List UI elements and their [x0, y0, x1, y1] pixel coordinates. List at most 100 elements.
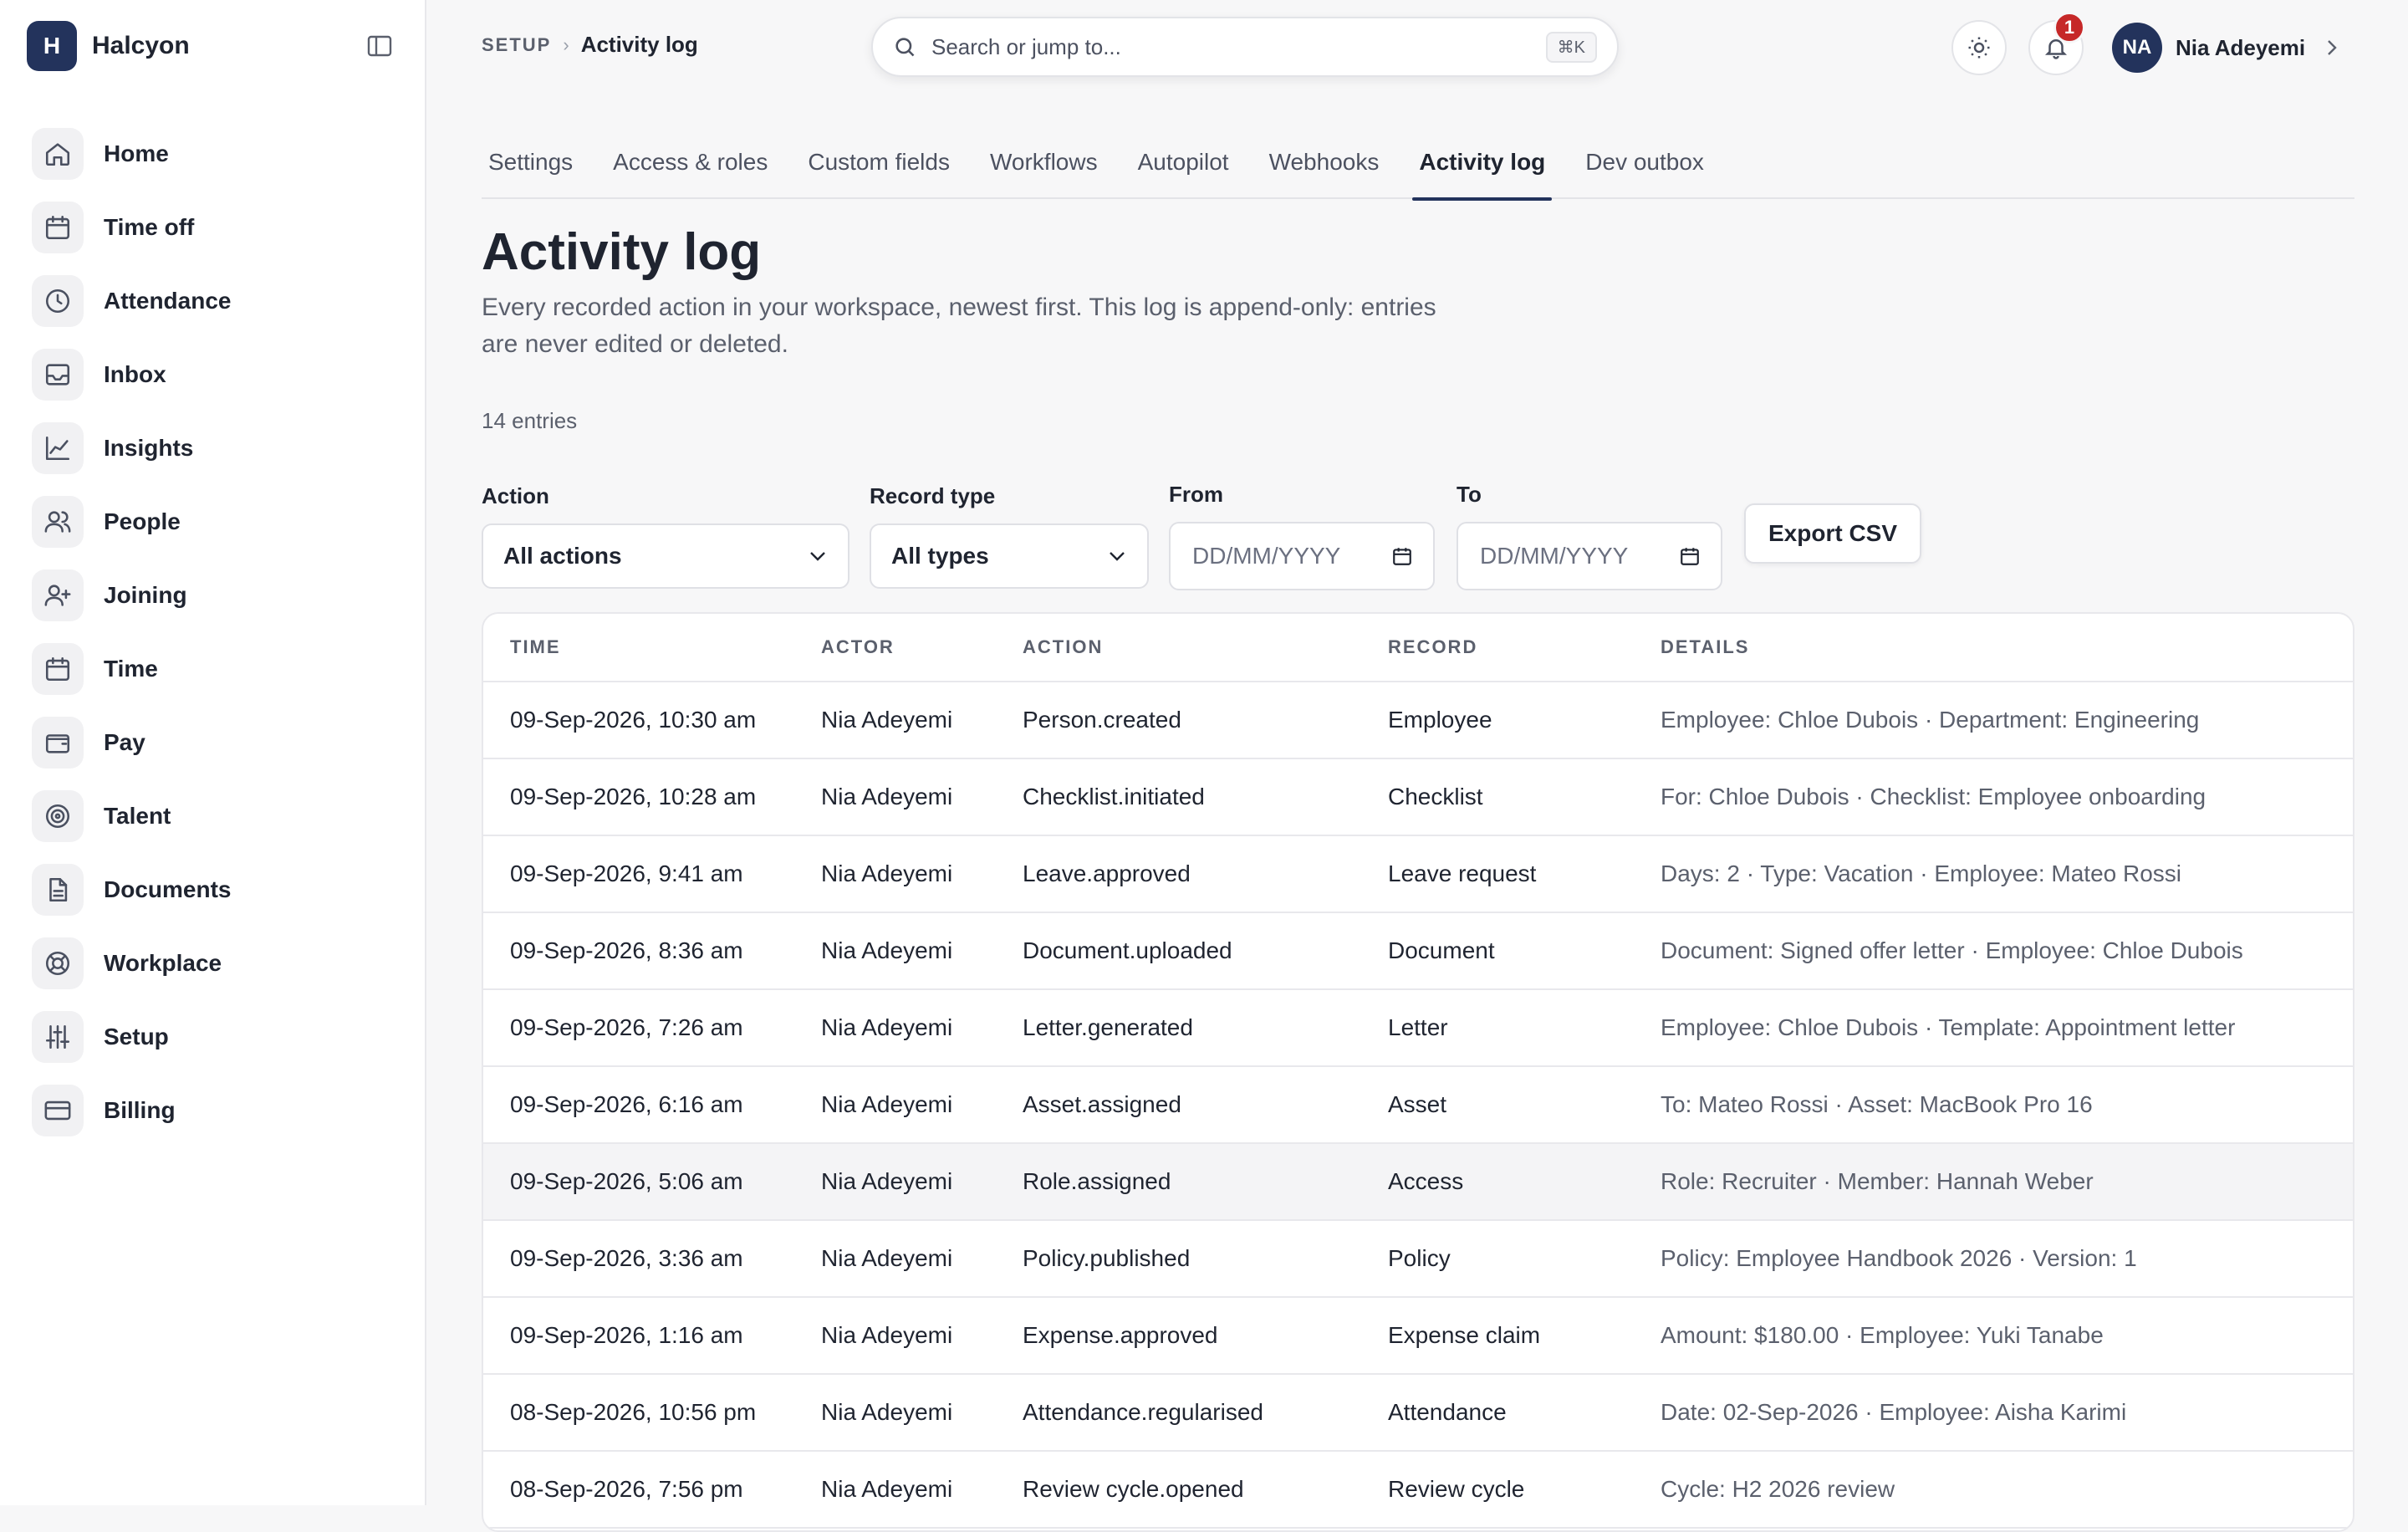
breadcrumb-setup[interactable]: SETUP: [482, 34, 551, 56]
table-row[interactable]: 09-Sep-2026, 9:41 am Nia Adeyemi Leave.app…: [483, 836, 2353, 913]
cell-action: Checklist.initiated: [1023, 784, 1205, 809]
sidebar-item-insights[interactable]: Insights: [32, 411, 400, 485]
user-menu[interactable]: NA Nia Adeyemi: [2112, 22, 2340, 74]
action-filter-select[interactable]: All actions: [482, 523, 849, 589]
column-header-action[interactable]: ACTION: [1023, 636, 1388, 658]
sidebar-toggle-button[interactable]: [365, 32, 395, 60]
cell-action: Asset.assigned: [1023, 1091, 1181, 1117]
table-body: 09-Sep-2026, 10:30 am Nia Adeyemi Person.c…: [483, 682, 2353, 1529]
table-row[interactable]: 09-Sep-2026, 7:26 am Nia Adeyemi Letter.ge…: [483, 990, 2353, 1067]
brand-name: Halcyon: [92, 32, 190, 59]
brand[interactable]: H Halcyon: [27, 21, 190, 71]
cell-details: Employee: Chloe Dubois · Template: Appoi…: [1661, 1014, 2236, 1040]
cell-record: Letter: [1388, 1014, 1448, 1040]
tab-activity-log[interactable]: Activity log: [1412, 142, 1553, 201]
tab-autopilot[interactable]: Autopilot: [1131, 142, 1236, 199]
cell-record: Attendance: [1388, 1399, 1507, 1425]
table-row[interactable]: 09-Sep-2026, 5:06 am Nia Adeyemi Role.assi…: [483, 1144, 2353, 1221]
target-icon: [32, 790, 84, 842]
sidebar-item-label: Billing: [104, 1097, 176, 1123]
from-date-input[interactable]: [1191, 542, 1375, 570]
sidebar-item-documents[interactable]: Documents: [32, 853, 400, 927]
sidebar-item-label: Insights: [104, 435, 194, 461]
sidebar-item-talent[interactable]: Talent: [32, 779, 400, 853]
sidebar-item-label: Documents: [104, 876, 232, 902]
cell-action: Review cycle.opened: [1023, 1476, 1244, 1502]
sidebar-item-label: Inbox: [104, 361, 166, 387]
cell-actor: Nia Adeyemi: [821, 1476, 953, 1502]
search-bar[interactable]: ⌘K: [871, 17, 1619, 77]
cell-actor: Nia Adeyemi: [821, 784, 953, 809]
cell-action: Leave.approved: [1023, 860, 1191, 886]
theme-toggle-button[interactable]: [1951, 20, 2007, 75]
cell-record: Asset: [1388, 1091, 1447, 1117]
table-row[interactable]: 09-Sep-2026, 3:36 am Nia Adeyemi Policy.pu…: [483, 1221, 2353, 1298]
tab-settings[interactable]: Settings: [482, 142, 579, 199]
action-filter-value: All actions: [503, 543, 622, 569]
cell-actor: Nia Adeyemi: [821, 1399, 953, 1425]
record-type-filter-select[interactable]: All types: [870, 523, 1149, 589]
table-row[interactable]: 08-Sep-2026, 7:56 pm Nia Adeyemi Review cy…: [483, 1452, 2353, 1529]
sidebar-item-attendance[interactable]: Attendance: [32, 264, 400, 338]
export-csv-button[interactable]: Export CSV: [1744, 503, 1921, 564]
tab-webhooks[interactable]: Webhooks: [1263, 142, 1386, 199]
from-date-field[interactable]: [1169, 522, 1435, 590]
sidebar-item-people[interactable]: People: [32, 485, 400, 559]
sidebar-item-time[interactable]: Time: [32, 632, 400, 706]
sidebar-item-billing[interactable]: Billing: [32, 1074, 400, 1147]
cell-details: To: Mateo Rossi · Asset: MacBook Pro 16: [1661, 1091, 2093, 1117]
column-header-time[interactable]: TIME: [483, 636, 821, 658]
table-row[interactable]: 09-Sep-2026, 10:28 am Nia Adeyemi Checklis…: [483, 759, 2353, 836]
cell-action: Document.uploaded: [1023, 937, 1232, 963]
cell-time: 09-Sep-2026, 5:06 am: [510, 1168, 743, 1194]
table-row[interactable]: 09-Sep-2026, 10:30 am Nia Adeyemi Person.c…: [483, 682, 2353, 759]
sidebar-item-label: Time off: [104, 214, 195, 240]
table-row[interactable]: 08-Sep-2026, 10:56 pm Nia Adeyemi Attendan…: [483, 1375, 2353, 1452]
to-date-field[interactable]: [1457, 522, 1722, 590]
sidebar-item-workplace[interactable]: Workplace: [32, 927, 400, 1000]
tab-custom-fields[interactable]: Custom fields: [801, 142, 957, 199]
tab-access-roles[interactable]: Access & roles: [606, 142, 774, 199]
notification-count-badge: 1: [2053, 12, 2085, 43]
cell-action: Letter.generated: [1023, 1014, 1193, 1040]
calendar-icon[interactable]: [1391, 545, 1413, 567]
sidebar-item-label: Home: [104, 140, 169, 166]
column-header-actor[interactable]: ACTOR: [821, 636, 1023, 658]
table-row[interactable]: 09-Sep-2026, 8:36 am Nia Adeyemi Document.…: [483, 913, 2353, 990]
sidebar-item-label: People: [104, 508, 181, 534]
cell-action: Expense.approved: [1023, 1322, 1218, 1348]
chevron-right-icon: [2328, 40, 2337, 55]
cell-record: Policy: [1388, 1245, 1451, 1271]
column-header-record[interactable]: RECORD: [1388, 636, 1661, 658]
cell-details: Date: 02-Sep-2026 · Employee: Aisha Kari…: [1661, 1399, 2127, 1425]
cell-details: Amount: $180.00 · Employee: Yuki Tanabe: [1661, 1322, 2104, 1348]
sidebar-item-inbox[interactable]: Inbox: [32, 338, 400, 411]
sidebar-item-pay[interactable]: Pay: [32, 706, 400, 779]
search-input[interactable]: [930, 33, 1546, 61]
cell-details: Days: 2 · Type: Vacation · Employee: Mat…: [1661, 860, 2182, 886]
lifebuoy-icon: [32, 937, 84, 989]
sidebar-item-setup[interactable]: Setup: [32, 1000, 400, 1074]
page-subtitle: Every recorded action in your workspace,…: [482, 294, 1436, 358]
calendar-icon[interactable]: [1679, 545, 1701, 567]
column-header-details[interactable]: DETAILS: [1661, 636, 2346, 658]
tab-dev-outbox[interactable]: Dev outbox: [1579, 142, 1711, 199]
cell-record: Checklist: [1388, 784, 1483, 809]
table-row[interactable]: 09-Sep-2026, 6:16 am Nia Adeyemi Asset.ass…: [483, 1067, 2353, 1144]
tab-workflows[interactable]: Workflows: [983, 142, 1105, 199]
sidebar-item-joining[interactable]: Joining: [32, 559, 400, 632]
calendar-icon: [32, 202, 84, 253]
cell-time: 09-Sep-2026, 10:28 am: [510, 784, 757, 809]
sidebar-item-time-off[interactable]: Time off: [32, 191, 400, 264]
table-row[interactable]: 09-Sep-2026, 1:16 am Nia Adeyemi Expense.a…: [483, 1298, 2353, 1375]
sidebar-panel-icon: [367, 35, 392, 57]
cell-action: Person.created: [1023, 707, 1181, 733]
breadcrumb-separator-icon: ›: [563, 33, 569, 55]
calendar-icon: [32, 643, 84, 695]
user-name: Nia Adeyemi: [2176, 34, 2306, 60]
cell-actor: Nia Adeyemi: [821, 1245, 953, 1271]
sidebar-item-label: Workplace: [104, 950, 222, 976]
notifications-button[interactable]: 1: [2028, 12, 2085, 75]
to-date-input[interactable]: [1478, 542, 1662, 570]
sidebar-item-home[interactable]: Home: [32, 117, 400, 191]
